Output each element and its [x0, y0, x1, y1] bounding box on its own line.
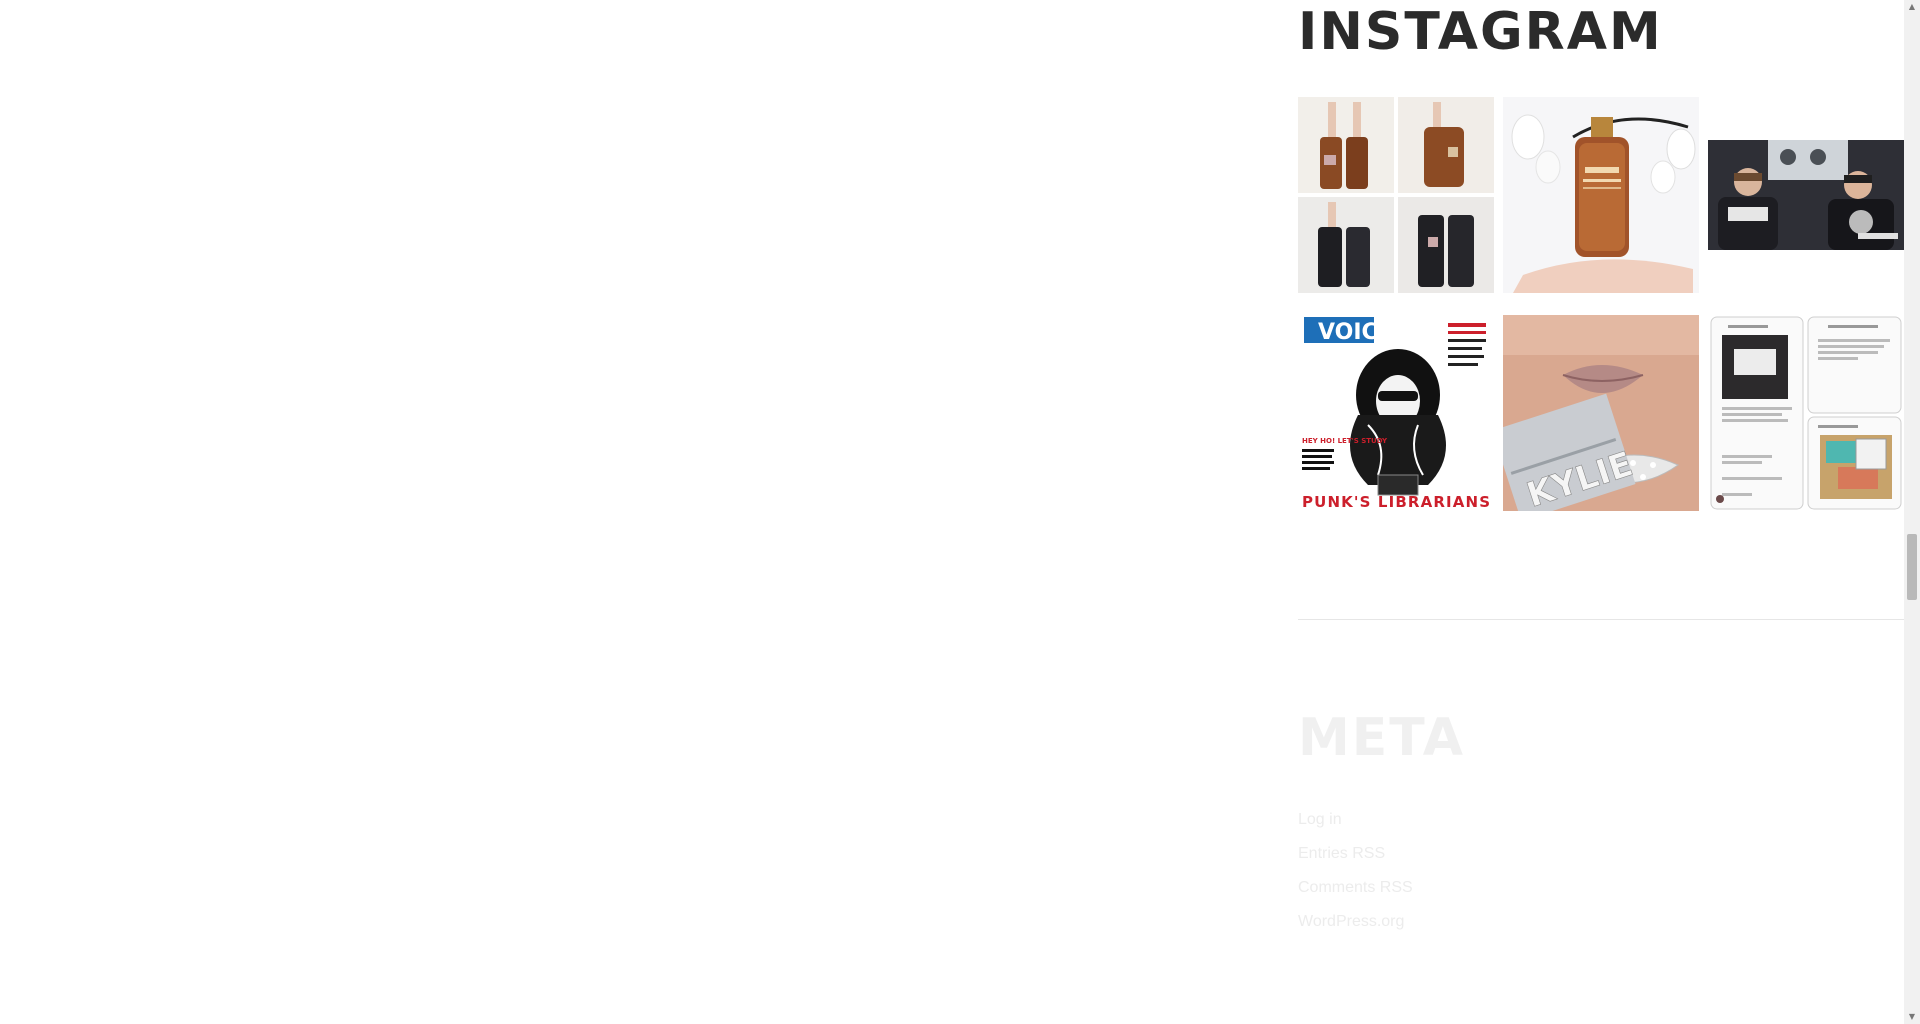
meta-link-item: Comments RSS	[1298, 870, 1413, 904]
instagram-post-voice-magazine[interactable]: VOIC HEY HO! LET'S STUDY PUNK'S LIBRARIA…	[1298, 315, 1494, 511]
chat-screenshot-photo-icon	[1708, 315, 1904, 511]
voice-magazine-cover-icon: VOIC HEY HO! LET'S STUDY PUNK'S LIBRARIA…	[1298, 315, 1494, 511]
instagram-post-nuxe-oil[interactable]	[1503, 97, 1699, 293]
instagram-widget-title: INSTAGRAM	[1298, 2, 1663, 62]
nuxe-oil-photo-icon	[1503, 97, 1699, 293]
vertical-scrollbar[interactable]: ▲ ▼	[1904, 0, 1920, 1024]
instagram-post-boots[interactable]	[1298, 97, 1494, 293]
scroll-down-arrow-icon[interactable]: ▼	[1904, 1010, 1920, 1024]
instagram-post-two-men-video[interactable]	[1708, 97, 1904, 293]
two-men-video-photo-icon	[1708, 97, 1904, 293]
instagram-grid: VOIC HEY HO! LET'S STUDY PUNK'S LIBRARIA…	[1298, 97, 1904, 511]
meta-link-item: Entries RSS	[1298, 836, 1413, 870]
wordpress-org-link[interactable]: WordPress.org	[1298, 913, 1404, 930]
scroll-up-arrow-icon[interactable]: ▲	[1904, 0, 1920, 14]
voice-headline-text: PUNK'S LIBRARIANS	[1302, 493, 1490, 511]
scrollbar-thumb[interactable]	[1907, 534, 1917, 600]
instagram-post-kylie-lipstick[interactable]: KYLIE	[1503, 315, 1699, 511]
log-in-link[interactable]: Log in	[1298, 811, 1342, 828]
comments-rss-link[interactable]: Comments RSS	[1298, 879, 1413, 896]
meta-link-item: Log in	[1298, 802, 1413, 836]
entries-rss-link[interactable]: Entries RSS	[1298, 845, 1385, 862]
meta-widget-title: META	[1298, 708, 1465, 768]
meta-link-item: WordPress.org	[1298, 904, 1413, 938]
boots-photo-icon	[1298, 97, 1494, 293]
instagram-post-chat-screenshot[interactable]	[1708, 315, 1904, 511]
voice-kicker-text: HEY HO! LET'S STUDY	[1302, 437, 1388, 445]
voice-masthead-text: VOIC	[1318, 320, 1378, 345]
kylie-lipstick-photo-icon: KYLIE	[1503, 315, 1699, 511]
meta-links-list: Log in Entries RSS Comments RSS WordPres…	[1298, 802, 1413, 938]
widget-divider	[1298, 619, 1904, 620]
